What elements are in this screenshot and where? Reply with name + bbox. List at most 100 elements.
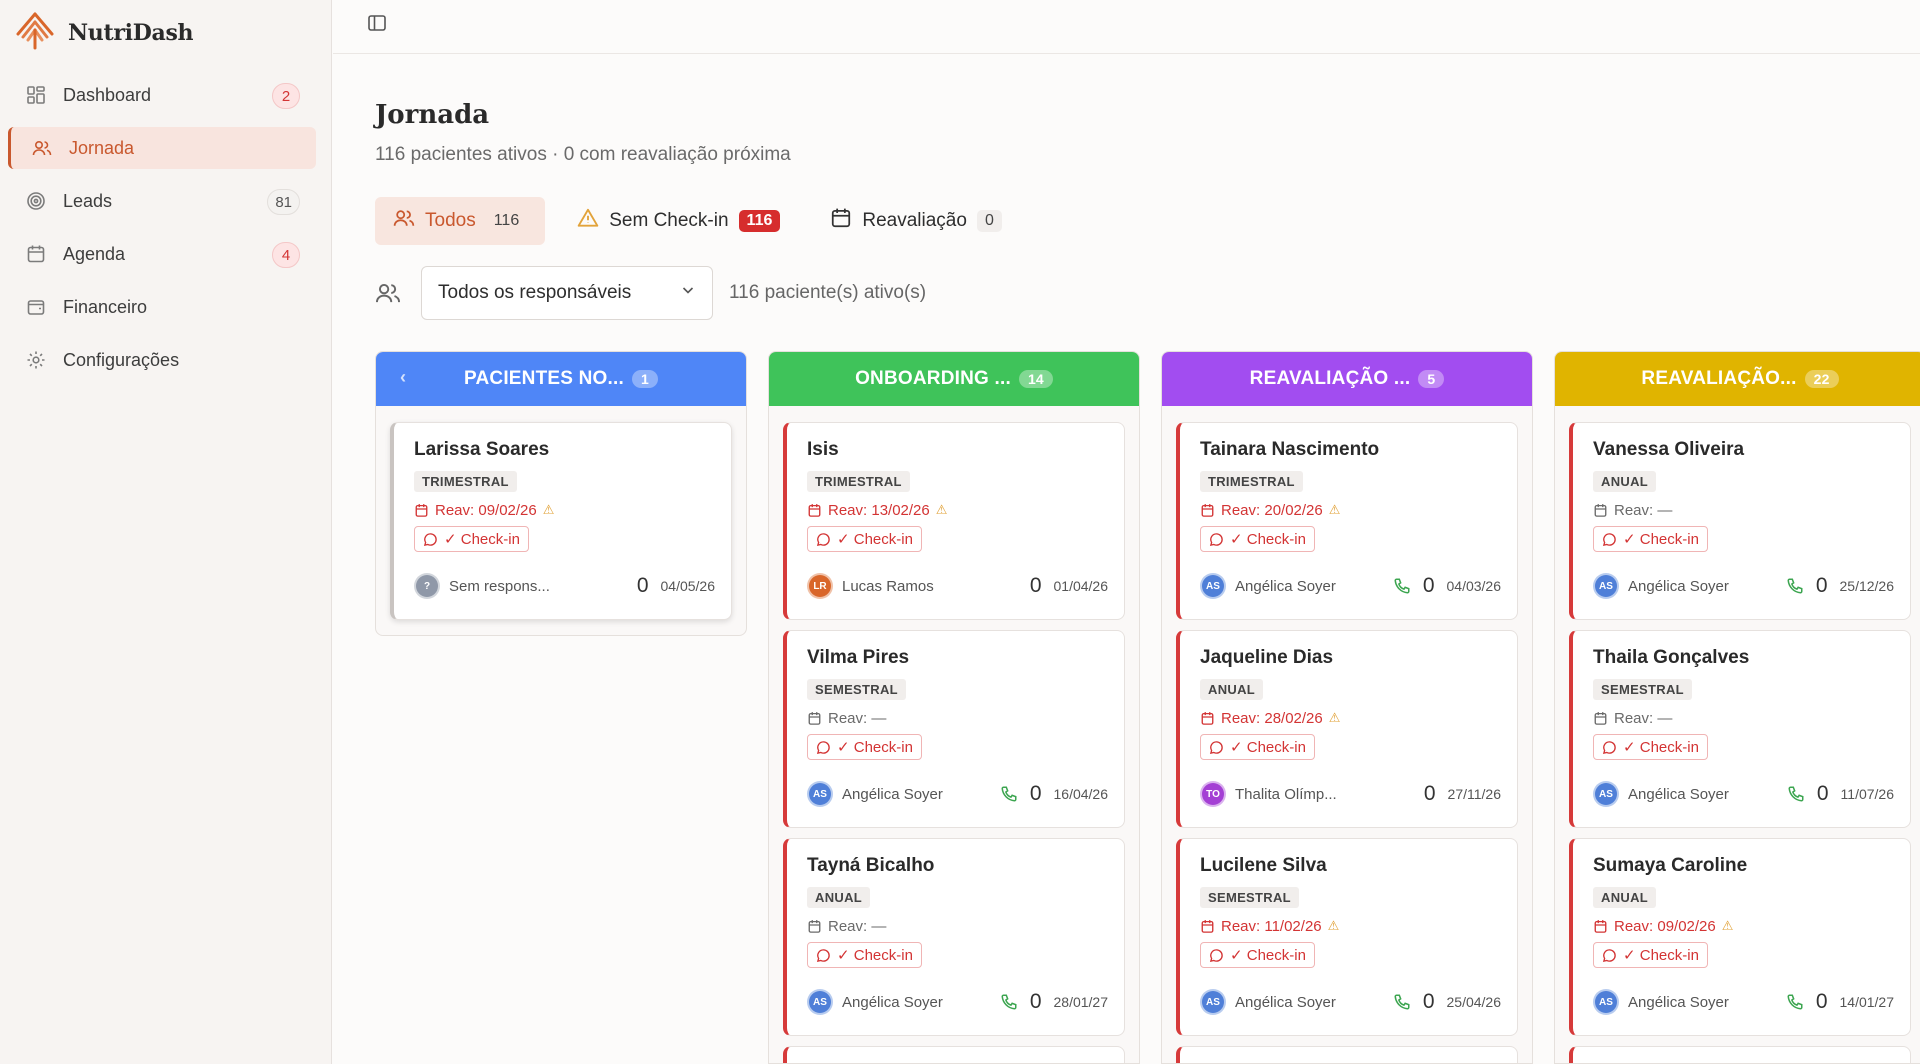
avatar: AS bbox=[1593, 989, 1619, 1015]
users-icon bbox=[31, 137, 53, 159]
reassessment-label: Reav: 09/02/26 bbox=[1614, 917, 1716, 935]
check-in-button[interactable]: ✓ Check-in bbox=[414, 526, 529, 552]
avatar: AS bbox=[1200, 573, 1226, 599]
column-header[interactable]: ‹ PACIENTES NO... 1 bbox=[376, 352, 746, 406]
brand[interactable]: NutriDash bbox=[14, 10, 194, 56]
owner-name: Angélica Soyer bbox=[1628, 785, 1729, 803]
patient-card[interactable]: Larissa Soares TRIMESTRAL Reav: 09/02/26 ⚠ ✓… bbox=[390, 422, 732, 620]
sidebar-item-dashboard[interactable]: Dashboard 2 bbox=[8, 74, 316, 116]
patient-card[interactable]: Lucilene Silva SEMESTRAL Reav: 11/02/26 ⚠ ✓ … bbox=[1176, 838, 1518, 1036]
due-date: 25/12/26 bbox=[1839, 578, 1895, 594]
reassessment-date: Reav: 09/02/26 ⚠ bbox=[414, 500, 715, 520]
reassessment-date: Reav: 28/02/26 ⚠ bbox=[1200, 708, 1501, 728]
column-body: Vanessa Oliveira ANUAL Reav: — ✓ Check-in AS… bbox=[1555, 406, 1920, 1063]
tab-todos[interactable]: Todos 116 bbox=[375, 197, 546, 245]
tab-reavaliacao[interactable]: Reavaliação 0 bbox=[812, 197, 1019, 245]
check-in-label: ✓ Check-in bbox=[837, 947, 913, 964]
due-date: 11/07/26 bbox=[1840, 786, 1894, 802]
calendar-icon bbox=[807, 503, 822, 518]
due-date: 04/05/26 bbox=[660, 578, 716, 594]
column-header[interactable]: REAVALIAÇÃO... 22 bbox=[1555, 352, 1920, 406]
page-subtitle: 116 pacientes ativos · 0 com reavaliação… bbox=[375, 144, 791, 165]
check-in-label: ✓ Check-in bbox=[1230, 531, 1306, 548]
check-in-button[interactable]: ✓ Check-in bbox=[1593, 526, 1708, 552]
board-column: ONBOARDING ... 14 Isis TRIMESTRAL Reav: 13/0… bbox=[768, 351, 1140, 1064]
chat-icon bbox=[423, 532, 438, 547]
patient-name: Sumaya Caroline bbox=[1593, 855, 1748, 876]
sidebar-item-configuracoes[interactable]: Configurações bbox=[8, 339, 316, 381]
column-title: REAVALIAÇÃO ... bbox=[1249, 368, 1411, 389]
sidebar-toggle-icon[interactable] bbox=[366, 12, 388, 34]
card-footer: LR Lucas Ramos 0 01/04/26 bbox=[807, 573, 1108, 599]
column-title: REAVALIAÇÃO... bbox=[1641, 368, 1797, 389]
column-title: PACIENTES NO... bbox=[464, 368, 624, 389]
phone-icon[interactable] bbox=[1786, 993, 1804, 1011]
tab-sem-check-in[interactable]: Sem Check-in 116 bbox=[559, 197, 798, 245]
sidebar-item-label: Configurações bbox=[63, 349, 180, 370]
count-badge: 81 bbox=[267, 189, 300, 215]
filter-tabs: Todos 116 Sem Check-in 116 Reavaliação 0 bbox=[375, 197, 1020, 245]
patient-card[interactable] bbox=[1569, 1046, 1911, 1063]
avatar: AS bbox=[1593, 781, 1619, 807]
check-in-button[interactable]: ✓ Check-in bbox=[1593, 942, 1708, 968]
patient-card[interactable] bbox=[783, 1046, 1125, 1063]
reassessment-label: Reav: — bbox=[1614, 709, 1673, 727]
reassessment-label: Reav: 09/02/26 bbox=[435, 501, 537, 519]
patient-card[interactable]: Vilma Pires SEMESTRAL Reav: — ✓ Check-in AS A… bbox=[783, 630, 1125, 828]
check-in-button[interactable]: ✓ Check-in bbox=[807, 526, 922, 552]
chat-icon bbox=[1209, 948, 1224, 963]
phone-icon[interactable] bbox=[1393, 577, 1411, 595]
check-in-label: ✓ Check-in bbox=[837, 531, 913, 548]
patient-card[interactable]: Jaqueline Dias ANUAL Reav: 28/02/26 ⚠ ✓ Chec… bbox=[1176, 630, 1518, 828]
check-in-button[interactable]: ✓ Check-in bbox=[807, 734, 922, 760]
patient-card[interactable]: Tayná Bicalho ANUAL Reav: — ✓ Check-in AS Ang… bbox=[783, 838, 1125, 1036]
card-footer: AS Angélica Soyer 0 04/03/26 bbox=[1200, 573, 1501, 599]
check-in-button[interactable]: ✓ Check-in bbox=[807, 942, 922, 968]
board-column: REAVALIAÇÃO ... 5 Tainara Nascimento TRIMES… bbox=[1161, 351, 1533, 1064]
phone-icon[interactable] bbox=[1000, 785, 1018, 803]
phone-icon[interactable] bbox=[1786, 577, 1804, 595]
avatar: TO bbox=[1200, 781, 1226, 807]
due-date: 14/01/27 bbox=[1839, 994, 1895, 1010]
active-patients-count: 116 paciente(s) ativo(s) bbox=[729, 282, 927, 303]
sidebar-item-financeiro[interactable]: Financeiro bbox=[8, 286, 316, 328]
score-value: 0 bbox=[636, 574, 649, 597]
sidebar-item-agenda[interactable]: Agenda 4 bbox=[8, 233, 316, 275]
responsible-select[interactable]: Todos os responsáveis bbox=[421, 266, 713, 320]
patient-name: Larissa Soares bbox=[414, 439, 550, 460]
check-in-button[interactable]: ✓ Check-in bbox=[1200, 734, 1315, 760]
column-header[interactable]: REAVALIAÇÃO ... 5 bbox=[1162, 352, 1532, 406]
phone-icon[interactable] bbox=[1787, 785, 1805, 803]
score-value: 0 bbox=[1423, 782, 1436, 805]
patient-card[interactable]: Vanessa Oliveira ANUAL Reav: — ✓ Check-in AS… bbox=[1569, 422, 1911, 620]
column-count-badge: 22 bbox=[1804, 370, 1839, 388]
patient-card[interactable] bbox=[1176, 1046, 1518, 1063]
tab-label: Sem Check-in bbox=[609, 210, 729, 231]
card-footer: AS Angélica Soyer 0 25/12/26 bbox=[1593, 573, 1894, 599]
score-value: 0 bbox=[1816, 782, 1829, 805]
phone-icon[interactable] bbox=[1000, 993, 1018, 1011]
sidebar-item-leads[interactable]: Leads 81 bbox=[8, 180, 316, 222]
patient-name: Vilma Pires bbox=[807, 647, 910, 668]
calendar-icon bbox=[1200, 711, 1215, 726]
owner-name: Angélica Soyer bbox=[1628, 577, 1729, 595]
owner-name: Thalita Olímp... bbox=[1235, 785, 1337, 803]
patient-card[interactable]: Thaila Gonçalves SEMESTRAL Reav: — ✓ Check-… bbox=[1569, 630, 1911, 828]
phone-icon[interactable] bbox=[1393, 993, 1411, 1011]
select-value: Todos os responsáveis bbox=[438, 282, 632, 303]
notification-badge: 2 bbox=[272, 83, 300, 109]
column-header[interactable]: ONBOARDING ... 14 bbox=[769, 352, 1139, 406]
patient-card[interactable]: Sumaya Caroline ANUAL Reav: 09/02/26 ⚠ ✓ Che… bbox=[1569, 838, 1911, 1036]
check-in-button[interactable]: ✓ Check-in bbox=[1200, 942, 1315, 968]
sidebar-item-jornada[interactable]: Jornada bbox=[8, 127, 316, 169]
check-in-button[interactable]: ✓ Check-in bbox=[1200, 526, 1315, 552]
check-in-label: ✓ Check-in bbox=[1623, 947, 1699, 964]
score-value: 0 bbox=[1029, 990, 1042, 1013]
check-in-button[interactable]: ✓ Check-in bbox=[1593, 734, 1708, 760]
patient-card[interactable]: Isis TRIMESTRAL Reav: 13/02/26 ⚠ ✓ Check-in L… bbox=[783, 422, 1125, 620]
calendar-icon bbox=[1593, 919, 1608, 934]
patient-name: Tayná Bicalho bbox=[807, 855, 935, 876]
patient-card[interactable]: Tainara Nascimento TRIMESTRAL Reav: 20/02/… bbox=[1176, 422, 1518, 620]
chevron-left-icon[interactable]: ‹ bbox=[400, 367, 406, 388]
card-footer: AS Angélica Soyer 0 25/04/26 bbox=[1200, 989, 1501, 1015]
